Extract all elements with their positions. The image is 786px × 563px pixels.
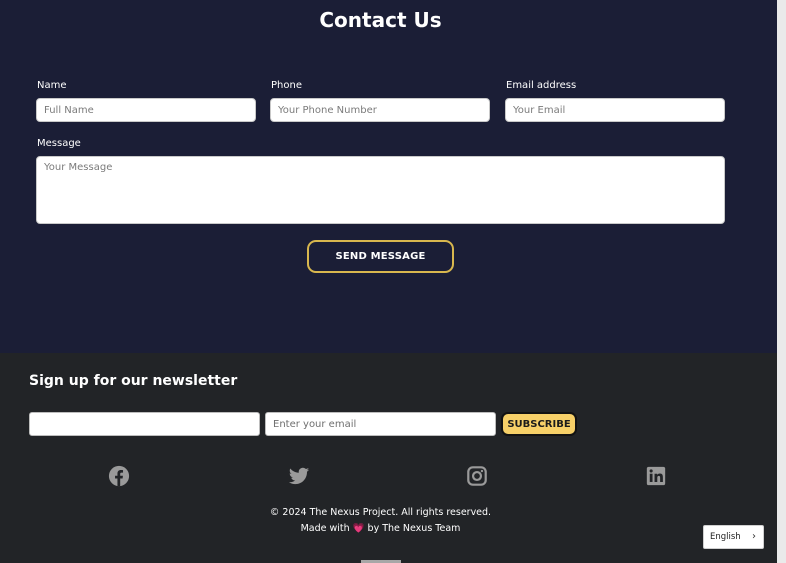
facebook-link[interactable] xyxy=(108,465,130,487)
linkedin-icon xyxy=(646,466,666,486)
subscribe-button[interactable]: SUBSCRIBE xyxy=(501,412,577,436)
language-selector[interactable]: English › xyxy=(703,525,764,549)
message-field[interactable] xyxy=(36,156,725,224)
twitter-link[interactable] xyxy=(288,465,310,487)
facebook-icon xyxy=(108,465,130,487)
copyright-text: © 2024 The Nexus Project. All rights res… xyxy=(269,507,492,518)
contact-section: Contact Us Name Phone Email address Mess… xyxy=(0,0,777,353)
chevron-right-icon: › xyxy=(752,531,756,542)
made-with-suffix: by The Nexus Team xyxy=(364,523,461,534)
instagram-icon xyxy=(467,466,487,486)
send-message-button[interactable]: SEND MESSAGE xyxy=(307,240,454,273)
heart-icon: 💗 xyxy=(352,523,365,534)
linkedin-link[interactable] xyxy=(645,465,667,487)
phone-field[interactable] xyxy=(270,98,490,122)
language-label: English xyxy=(710,532,741,542)
email-label: Email address xyxy=(506,80,577,91)
email-field[interactable] xyxy=(505,98,725,122)
page-scrollbar[interactable] xyxy=(777,0,786,563)
name-field[interactable] xyxy=(36,98,256,122)
contact-title: Contact Us xyxy=(319,8,442,32)
twitter-icon xyxy=(288,467,310,485)
instagram-link[interactable] xyxy=(466,465,488,487)
message-label: Message xyxy=(37,138,81,149)
newsletter-title: Sign up for our newsletter xyxy=(29,373,238,389)
made-with-text: Made with 💗 by The Nexus Team xyxy=(0,523,761,534)
newsletter-name-input[interactable] xyxy=(29,412,260,436)
made-with-prefix: Made with xyxy=(300,523,353,534)
phone-label: Phone xyxy=(271,80,302,91)
footer: Sign up for our newsletter SUBSCRIBE © 2… xyxy=(0,353,777,563)
newsletter-email-input[interactable] xyxy=(265,412,496,436)
name-label: Name xyxy=(37,80,67,91)
